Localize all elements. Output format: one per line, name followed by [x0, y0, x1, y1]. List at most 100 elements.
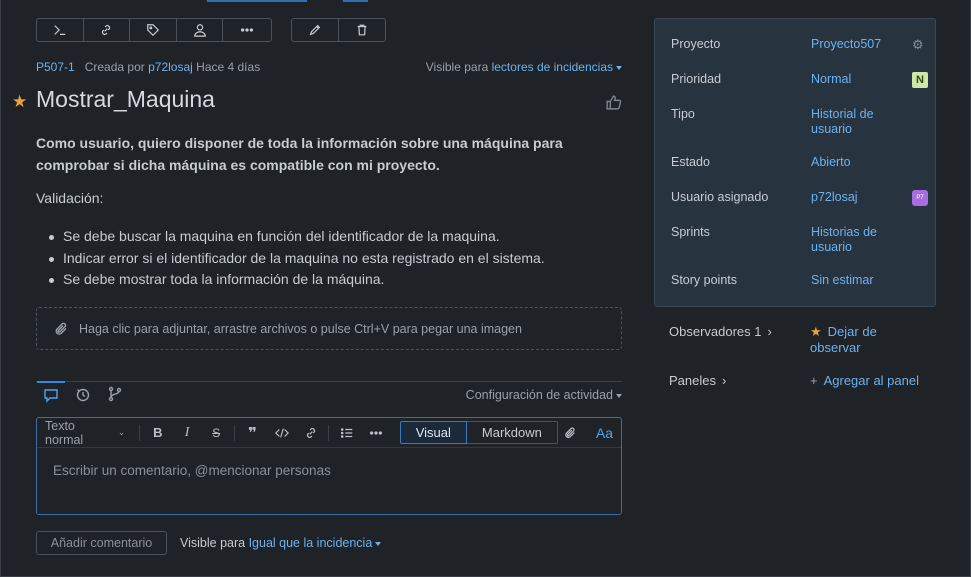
- priority-value[interactable]: Normal: [811, 72, 906, 87]
- comment-visibility-dropdown[interactable]: Igual que la incidencia: [249, 536, 373, 550]
- watchers-toggle[interactable]: Observadores 1 ›: [669, 324, 772, 339]
- attachment-dropzone[interactable]: Haga clic para adjuntar, arrastre archiv…: [36, 307, 622, 350]
- bullet-list-button[interactable]: [335, 422, 358, 444]
- project-link[interactable]: Proyecto507: [811, 37, 906, 52]
- top-accent-bar: [343, 0, 368, 2]
- link-button[interactable]: [299, 422, 322, 444]
- mode-markdown-button[interactable]: Markdown: [466, 421, 558, 444]
- sprint-value[interactable]: Historias de usuario: [811, 225, 906, 255]
- panels-toggle[interactable]: Paneles ›: [669, 373, 726, 388]
- watchers-label: Observadores: [669, 324, 751, 339]
- bold-icon: B: [153, 425, 163, 440]
- assign-button[interactable]: [177, 19, 224, 41]
- paperclip-icon: [565, 427, 575, 438]
- field-label: Tipo: [671, 107, 695, 121]
- visibility-dropdown[interactable]: lectores de incidencias: [492, 60, 613, 74]
- italic-button[interactable]: I: [175, 422, 198, 444]
- field-label: Proyecto: [671, 37, 721, 51]
- tag-button[interactable]: [130, 19, 177, 41]
- add-panel-label: Agregar al panel: [823, 373, 919, 388]
- issue-title[interactable]: Mostrar_Maquina: [36, 86, 215, 113]
- code-icon: [274, 427, 289, 438]
- list-item: Se debe buscar la maquina en función del…: [36, 226, 545, 248]
- tab-commits[interactable]: [101, 386, 129, 406]
- visibility-label: Visible para: [425, 60, 489, 74]
- watchers-count: 1: [754, 324, 762, 339]
- attach-button[interactable]: [558, 422, 582, 444]
- issue-visibility: Visible para lectores de incidencias: [426, 60, 622, 74]
- priority-badge: N: [912, 72, 928, 88]
- tab-comments[interactable]: [37, 381, 65, 406]
- editor-toolbar: Texto normal ⌄ B I S ❞ Visual Markdown A…: [37, 418, 621, 448]
- activity-config-dropdown[interactable]: Configuración de actividad: [466, 388, 622, 402]
- top-accent-bar: [207, 0, 307, 2]
- thumbs-up-icon: [606, 95, 622, 110]
- story-points-value[interactable]: Sin estimar: [811, 273, 906, 288]
- more-icon: [241, 28, 254, 32]
- bold-button[interactable]: B: [146, 422, 169, 444]
- chevron-down-icon: [616, 393, 622, 398]
- more-icon: [370, 430, 383, 435]
- quote-button[interactable]: ❞: [241, 422, 264, 444]
- description-summary: Como usuario, quiero disponer de toda la…: [36, 135, 563, 173]
- star-icon: ★: [810, 324, 822, 339]
- plus-icon: +: [810, 373, 818, 388]
- tag-icon: [147, 24, 160, 37]
- validation-label: Validación:: [36, 190, 104, 206]
- like-button[interactable]: [605, 94, 622, 114]
- activity-config-label: Configuración de actividad: [465, 388, 613, 402]
- star-icon[interactable]: ★: [12, 92, 27, 112]
- divider: [328, 424, 330, 441]
- gear-icon[interactable]: ⚙: [912, 37, 924, 53]
- code-button[interactable]: [270, 422, 293, 444]
- shortcut-button[interactable]: [37, 19, 84, 41]
- assign-icon: [193, 24, 206, 37]
- chevron-right-icon: ›: [721, 373, 727, 388]
- link-icon: [102, 25, 111, 35]
- quote-icon: ❞: [247, 424, 257, 442]
- unwatch-button[interactable]: ★ Dejar de observar: [810, 324, 920, 356]
- time-ago: Hace 4 días: [196, 60, 261, 74]
- issue-meta: P507-1 Creada por p72losaj Hace 4 días: [36, 60, 260, 74]
- tab-history[interactable]: [69, 386, 97, 406]
- list-item: Se debe mostrar toda la información de l…: [36, 269, 545, 291]
- assignee-value[interactable]: p72losaj: [811, 190, 906, 205]
- link-button[interactable]: [84, 19, 131, 41]
- add-to-panel-button[interactable]: + Agregar al panel: [810, 373, 920, 389]
- comment-visibility-label: Visible para: [180, 536, 246, 550]
- issue-toolbar: [36, 18, 272, 42]
- avatar: P7: [912, 190, 928, 206]
- comment-visibility: Visible para Igual que la incidencia: [180, 536, 382, 550]
- field-label: Story points: [671, 273, 738, 287]
- panels-label: Paneles: [669, 373, 716, 388]
- comment-input[interactable]: Escribir un comentario, @mencionar perso…: [37, 448, 621, 478]
- text-style-select[interactable]: Texto normal ⌄: [45, 419, 125, 447]
- chevron-down-icon: ⌄: [117, 427, 126, 437]
- strikethrough-icon: S: [212, 425, 221, 440]
- text-format-button[interactable]: Aa: [596, 425, 613, 441]
- bullet-list-icon: [340, 427, 353, 438]
- field-label: Prioridad: [671, 72, 722, 86]
- issue-key[interactable]: P507-1: [36, 60, 75, 74]
- field-label: Estado: [671, 155, 710, 169]
- status-value[interactable]: Abierto: [811, 155, 906, 170]
- delete-button[interactable]: [339, 19, 385, 41]
- paperclip-icon: [55, 322, 67, 335]
- italic-icon: I: [184, 424, 190, 440]
- author-link[interactable]: p72losaj: [148, 60, 193, 74]
- edit-icon: [309, 24, 321, 36]
- type-value[interactable]: Historial de usuario: [811, 107, 906, 137]
- add-comment-button[interactable]: Añadir comentario: [36, 531, 167, 555]
- list-item: Indicar error si el identificador de la …: [36, 248, 545, 270]
- branch-icon: [108, 386, 122, 402]
- issue-details-panel: Proyecto Proyecto507 ⚙ Prioridad Normal …: [654, 18, 936, 307]
- strikethrough-button[interactable]: S: [205, 422, 228, 444]
- more-button[interactable]: [223, 19, 271, 41]
- mode-visual-button[interactable]: Visual: [399, 421, 467, 444]
- more-formatting-button[interactable]: [365, 422, 388, 444]
- edit-button[interactable]: [292, 19, 339, 41]
- created-by-label: Creada por: [84, 60, 145, 74]
- history-icon: [76, 388, 90, 402]
- activity-tabs: Configuración de actividad: [36, 381, 622, 407]
- field-label: Sprints: [671, 225, 710, 239]
